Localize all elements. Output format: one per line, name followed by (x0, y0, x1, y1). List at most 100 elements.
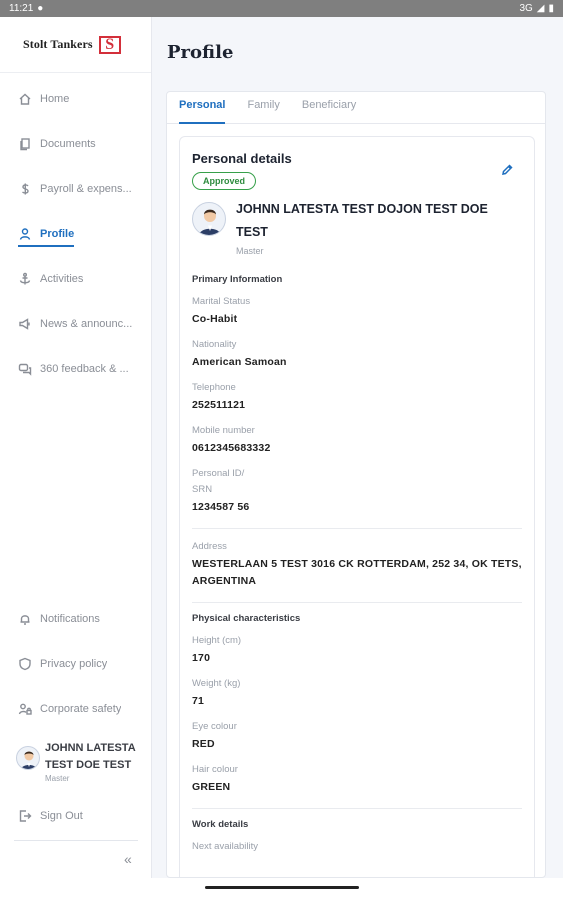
field-height: Height (cm) 170 (192, 633, 522, 667)
sidebar-item-label: Privacy policy (40, 658, 108, 670)
field-mobile: Mobile number 0612345683332 (192, 423, 522, 457)
field-label: Address (192, 541, 227, 552)
sidebar-item-label: 360 feedback & ... (40, 363, 129, 375)
status-badge: Approved (192, 172, 257, 190)
field-value: Co-Habit (192, 313, 238, 325)
profile-card: Personal Family Beneficiary Personal det… (166, 91, 546, 878)
brand[interactable]: Stolt Tankers S (0, 17, 151, 73)
sidebar-item-label: Notifications (40, 613, 100, 625)
documents-icon (18, 137, 32, 151)
sidebar-item-documents[interactable]: Documents (18, 131, 140, 157)
person-role: Master (236, 246, 264, 256)
sidebar-item-corporate-safety[interactable]: Corporate safety (18, 696, 140, 722)
network-label: 3G (519, 3, 533, 14)
divider (192, 528, 522, 529)
sidebar-item-notifications[interactable]: Notifications (18, 606, 140, 632)
status-time: 11:21 (9, 3, 34, 14)
sidebar-item-label: Payroll & expens... (40, 183, 132, 195)
field-value: WESTERLAAN 5 TEST 3016 CK ROTTERDAM, 252… (192, 558, 522, 587)
profile-tabs: Personal Family Beneficiary (167, 92, 545, 124)
field-telephone: Telephone 252511121 (192, 380, 522, 414)
sidebar-item-label: Profile (40, 228, 75, 240)
sidebar-item-label: News & announc... (40, 318, 133, 330)
shield-icon (18, 657, 32, 671)
field-label: Nationality (192, 339, 237, 350)
field-label: Mobile number (192, 425, 255, 436)
sidebar-user[interactable]: JOHNN LATESTA TEST DOE TEST Master (16, 740, 142, 783)
field-label: Eye colour (192, 721, 237, 732)
field-value: American Samoan (192, 356, 287, 368)
megaphone-icon (18, 317, 32, 331)
sidebar-item-label: Home (40, 93, 70, 105)
field-value: 71 (192, 695, 205, 707)
home-gesture-bar[interactable] (205, 886, 359, 889)
sidebar-item-activities[interactable]: Activities (18, 266, 140, 292)
sign-out-label: Sign Out (40, 810, 83, 822)
brand-logo-icon: S (98, 35, 121, 54)
avatar (16, 746, 40, 770)
field-personal-id: Personal ID/ SRN 1234587 56 (192, 466, 522, 516)
sign-out-button[interactable]: Sign Out (18, 803, 140, 829)
sidebar-item-feedback[interactable]: 360 feedback & ... (18, 356, 140, 382)
system-nav-bar (0, 878, 563, 900)
field-next-availability: Next availability (192, 839, 522, 855)
sidebar-divider (14, 840, 138, 841)
page-title: Profile (167, 42, 234, 63)
sidebar: Stolt Tankers S Home Documents Payroll &… (0, 17, 152, 878)
home-icon (18, 92, 32, 106)
chat-icon (18, 362, 32, 376)
personal-details-panel: Personal details Approved JOHNN LATESTA … (179, 136, 535, 877)
field-label: Weight (kg) (192, 678, 241, 689)
sidebar-user-name: JOHNN LATESTA TEST DOE TEST (45, 742, 136, 771)
edit-icon[interactable] (500, 163, 514, 177)
sidebar-item-label: Corporate safety (40, 703, 122, 715)
sidebar-user-role: Master (45, 774, 70, 783)
sidebar-item-home[interactable]: Home (18, 86, 140, 112)
field-weight: Weight (kg) 71 (192, 676, 522, 710)
field-nationality: Nationality American Samoan (192, 337, 522, 371)
signal-icon: ◢ (536, 3, 545, 14)
sidebar-item-label: Documents (40, 138, 96, 150)
field-value: 0612345683332 (192, 442, 271, 454)
tab-family[interactable]: Family (247, 92, 279, 123)
brand-name: Stolt Tankers (23, 37, 93, 51)
field-label: Personal ID/ SRN (192, 468, 245, 495)
field-value: GREEN (192, 781, 231, 793)
sidebar-item-label: Activities (40, 273, 84, 285)
sidebar-item-news[interactable]: News & announc... (18, 311, 140, 337)
physical-title: Physical characteristics (192, 613, 301, 624)
battery-icon: ▮ (548, 3, 554, 14)
section-title: Personal details (192, 151, 292, 166)
field-label: Marital Status (192, 296, 251, 307)
field-label: Height (cm) (192, 635, 242, 646)
field-hair-colour: Hair colour GREEN (192, 762, 522, 796)
collapse-sidebar-icon[interactable]: « (124, 851, 132, 867)
location-icon: ● (37, 3, 44, 14)
field-value: 252511121 (192, 399, 246, 411)
primary-info-title: Primary Information (192, 274, 283, 285)
field-label: Telephone (192, 382, 236, 393)
field-address: Address WESTERLAAN 5 TEST 3016 CK ROTTER… (192, 539, 522, 590)
field-label: Hair colour (192, 764, 238, 775)
sidebar-item-payroll[interactable]: Payroll & expens... (18, 176, 140, 202)
avatar (192, 202, 226, 236)
divider (192, 808, 522, 809)
sidebar-item-profile[interactable]: Profile (18, 221, 140, 247)
tab-beneficiary[interactable]: Beneficiary (302, 92, 356, 123)
anchor-icon (18, 272, 32, 286)
field-marital-status: Marital Status Co-Habit (192, 294, 522, 328)
field-value: 170 (192, 652, 211, 664)
divider (192, 602, 522, 603)
bell-icon (18, 612, 32, 626)
field-eye-colour: Eye colour RED (192, 719, 522, 753)
field-value: RED (192, 738, 215, 750)
sign-out-icon (18, 809, 32, 823)
field-value: 1234587 56 (192, 501, 250, 513)
person-icon (18, 227, 32, 241)
field-label: Next availability (192, 841, 258, 852)
person-header: JOHNN LATESTA TEST DOJON TEST DOE TEST M… (192, 198, 522, 256)
tab-personal[interactable]: Personal (179, 92, 226, 124)
sidebar-item-privacy[interactable]: Privacy policy (18, 651, 140, 677)
dollar-icon (18, 182, 32, 196)
work-title: Work details (192, 819, 249, 830)
